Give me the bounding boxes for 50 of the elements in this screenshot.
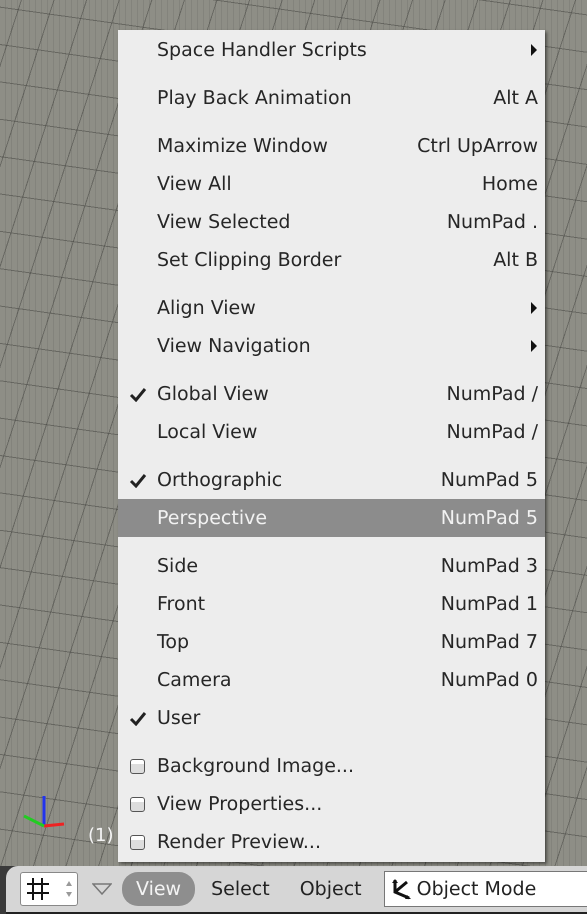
checkmark-icon — [128, 710, 146, 726]
grid-icon — [25, 876, 51, 902]
menu-item[interactable]: View Navigation — [118, 327, 545, 365]
shortcut-text: NumPad . — [446, 211, 538, 233]
collapse-triangle-icon[interactable] — [92, 883, 112, 895]
menu-item[interactable]: Play Back Animation Alt A — [118, 79, 545, 117]
menu-item[interactable]: Front NumPad 1 — [118, 585, 545, 623]
menu-item[interactable]: User — [118, 699, 545, 737]
menu-item[interactable]: Render Preview... — [118, 823, 545, 861]
shortcut-text: NumPad 7 — [440, 631, 538, 653]
shortcut-text: NumPad 3 — [440, 555, 538, 577]
menu-item[interactable]: Background Image... — [118, 747, 545, 785]
menu-item[interactable]: Camera NumPad 0 — [118, 661, 545, 699]
editor-type-selector[interactable] — [20, 872, 78, 906]
shortcut-text: NumPad 1 — [440, 593, 538, 615]
up-down-arrows-icon — [65, 880, 73, 898]
menu-item[interactable]: Align View — [118, 289, 545, 327]
menu-item[interactable]: Global View NumPad / — [118, 375, 545, 413]
checkmark-icon — [128, 386, 146, 402]
shortcut-text: NumPad / — [446, 421, 538, 443]
frame-number: (1) — [88, 825, 114, 846]
shortcut-text: Alt A — [493, 87, 538, 109]
submenu-arrow-icon — [530, 302, 538, 314]
shortcut-text: NumPad 5 — [440, 507, 538, 529]
shortcut-text: Home — [482, 173, 538, 195]
shortcut-text: NumPad 5 — [440, 469, 538, 491]
checkmark-icon — [128, 472, 146, 488]
menu-item[interactable]: View Selected NumPad . — [118, 203, 545, 241]
menu-item[interactable]: View Properties... — [118, 785, 545, 823]
menu-item[interactable]: Top NumPad 7 — [118, 623, 545, 661]
shortcut-text: Ctrl UpArrow — [417, 135, 538, 157]
submenu-arrow-icon — [530, 44, 538, 56]
checkbox[interactable] — [130, 758, 145, 774]
submenu-arrow-icon — [530, 340, 538, 352]
menu-item[interactable]: Local View NumPad / — [118, 413, 545, 451]
menu-item[interactable]: Orthographic NumPad 5 — [118, 461, 545, 499]
shortcut-text: NumPad / — [446, 383, 538, 405]
menu-item[interactable]: Space Handler Scripts — [118, 31, 545, 69]
menu-item[interactable]: View All Home — [118, 165, 545, 203]
mode-dropdown[interactable]: Object Mode — [384, 871, 587, 907]
transform-arrows-icon — [390, 878, 413, 900]
header-menu[interactable]: Select — [197, 872, 284, 906]
shortcut-text: Alt B — [493, 249, 538, 271]
menu-item[interactable]: Side NumPad 3 — [118, 547, 545, 585]
header-menu[interactable]: Object — [286, 872, 376, 906]
checkbox[interactable] — [130, 796, 145, 812]
checkbox[interactable] — [130, 834, 145, 850]
shortcut-text: NumPad 0 — [440, 669, 538, 691]
menu-item[interactable]: Set Clipping Border Alt B — [118, 241, 545, 279]
menu-item[interactable]: Maximize Window Ctrl UpArrow — [118, 127, 545, 165]
